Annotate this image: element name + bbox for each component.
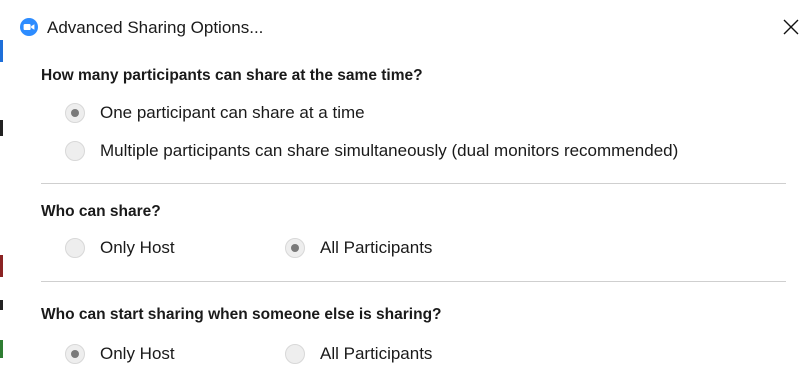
radio-share-all-participants[interactable]: All Participants: [285, 235, 432, 261]
dialog-title: Advanced Sharing Options...: [47, 18, 264, 37]
section-divider: [41, 281, 786, 282]
radio-button-unselected[interactable]: [65, 141, 85, 161]
close-button[interactable]: [778, 14, 804, 40]
background-window-edge: [0, 0, 10, 383]
radio-selected-dot: [291, 244, 299, 252]
radio-selected-dot: [71, 350, 79, 358]
radio-button-selected[interactable]: [285, 238, 305, 258]
section-divider: [41, 183, 786, 184]
radio-share-only-host[interactable]: Only Host: [65, 235, 175, 261]
radio-selected-dot: [71, 109, 79, 117]
radio-one-participant[interactable]: One participant can share at a time: [65, 100, 365, 126]
close-icon: [783, 19, 799, 35]
radio-button-unselected[interactable]: [285, 344, 305, 364]
radio-label: Only Host: [100, 344, 175, 363]
radio-start-all-participants[interactable]: All Participants: [285, 341, 432, 367]
radio-multiple-participants[interactable]: Multiple participants can share simultan…: [65, 138, 678, 164]
radio-button-selected[interactable]: [65, 344, 85, 364]
section-title-share-count: How many participants can share at the s…: [41, 67, 423, 84]
radio-button-unselected[interactable]: [65, 238, 85, 258]
radio-label: Only Host: [100, 238, 175, 257]
radio-label: All Participants: [320, 344, 433, 363]
zoom-logo-icon: [20, 18, 38, 36]
title-bar: Advanced Sharing Options...: [10, 0, 804, 50]
radio-label: One participant can share at a time: [100, 103, 365, 122]
section-title-start-sharing: Who can start sharing when someone else …: [41, 306, 442, 323]
radio-label: Multiple participants can share simultan…: [100, 141, 679, 160]
advanced-sharing-dialog: Advanced Sharing Options... How many par…: [10, 0, 804, 383]
radio-start-only-host[interactable]: Only Host: [65, 341, 175, 367]
section-title-who-can-share: Who can share?: [41, 203, 161, 220]
radio-button-selected[interactable]: [65, 103, 85, 123]
radio-label: All Participants: [320, 238, 433, 257]
